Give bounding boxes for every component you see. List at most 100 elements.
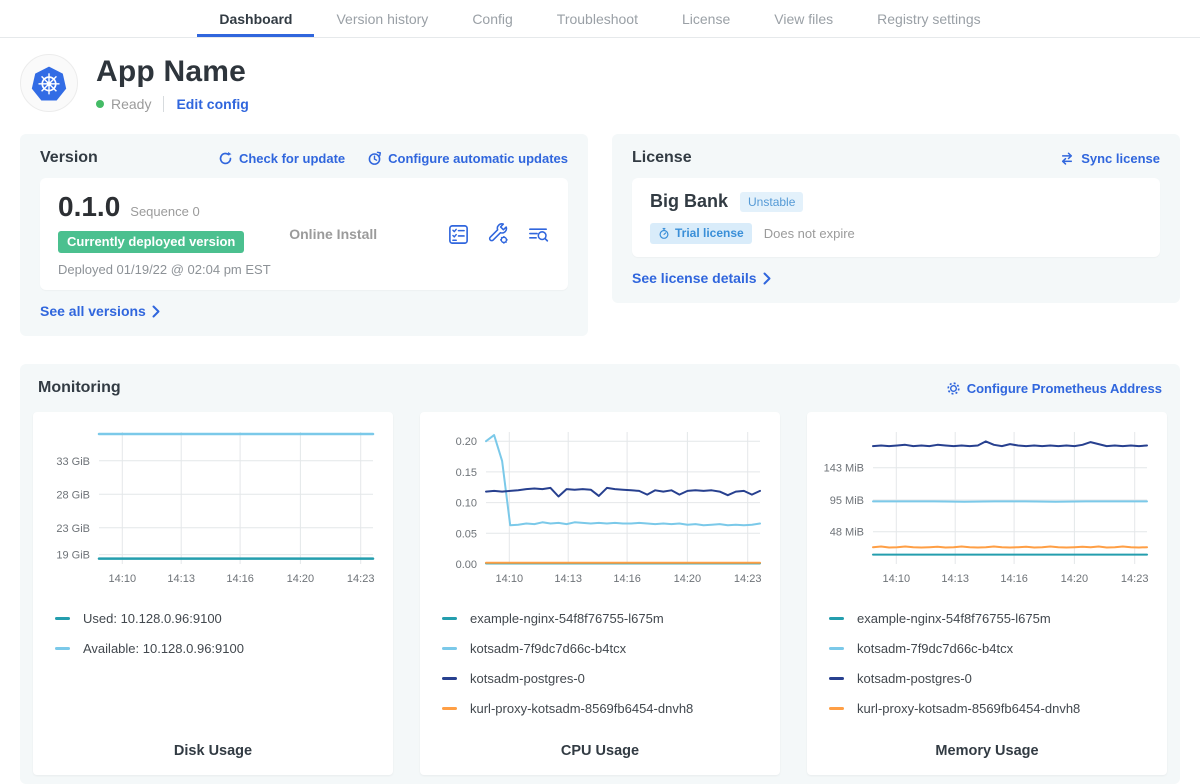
tab-troubleshoot[interactable]: Troubleshoot [535, 0, 660, 37]
checklist-icon [447, 223, 470, 246]
svg-text:0.00: 0.00 [456, 559, 477, 571]
legend-swatch [442, 647, 457, 650]
memory-usage-chart-card: 14:10 14:13 14:16 14:20 14:23 143 MiB 95 MiB 48… [807, 412, 1167, 775]
svg-text:48 MiB: 48 MiB [830, 527, 864, 539]
svg-text:0.05: 0.05 [456, 528, 477, 540]
legend-swatch [55, 617, 70, 620]
nav-tabs: DashboardVersion historyConfigTroublesho… [197, 0, 1002, 37]
svg-text:95 MiB: 95 MiB [830, 495, 864, 507]
memory-usage-legend: example-nginx-54f8f76755-l675m kotsadm-7f… [815, 596, 1159, 731]
gear-icon [946, 381, 961, 396]
legend-item: Available: 10.128.0.96:9100 [55, 641, 371, 656]
svg-text:14:10: 14:10 [883, 573, 911, 585]
install-type-label: Online Install [289, 226, 447, 242]
legend-item: kotsadm-postgres-0 [442, 671, 758, 686]
see-license-details-link[interactable]: See license details [632, 270, 771, 286]
logs-search-icon [527, 223, 550, 246]
status-dot [96, 100, 104, 108]
memory-usage-title: Memory Usage [815, 731, 1159, 759]
svg-text:14:16: 14:16 [1000, 573, 1028, 585]
cpu-usage-title: CPU Usage [428, 731, 772, 759]
view-logs-button[interactable] [527, 223, 550, 246]
svg-text:33 GiB: 33 GiB [56, 456, 90, 468]
legend-swatch [442, 707, 457, 710]
version-panel: Version Check for update Configure au [20, 134, 588, 336]
tab-registry-settings[interactable]: Registry settings [855, 0, 1002, 37]
configure-prometheus-link[interactable]: Configure Prometheus Address [946, 381, 1162, 396]
top-nav: DashboardVersion historyConfigTroublesho… [0, 0, 1200, 38]
wrench-gear-icon [487, 223, 510, 246]
edit-config-button[interactable] [487, 223, 510, 246]
disk-usage-legend: Used: 10.128.0.96:9100 Available: 10.128.… [41, 596, 385, 671]
legend-label: kotsadm-postgres-0 [470, 671, 585, 686]
license-panel: License Sync license Big Bank Unstable [612, 134, 1180, 303]
legend-label: kotsadm-postgres-0 [857, 671, 972, 686]
legend-swatch [442, 677, 457, 680]
stopwatch-icon [658, 227, 670, 240]
legend-label: example-nginx-54f8f76755-l675m [857, 611, 1051, 626]
tab-view-files[interactable]: View files [752, 0, 855, 37]
svg-text:14:23: 14:23 [1121, 573, 1149, 585]
disk-usage-chart-card: 14:1014:1314:1614:2014:2333 GiB28 GiB23 … [33, 412, 393, 775]
svg-text:0.15: 0.15 [456, 467, 477, 479]
svg-text:19 GiB: 19 GiB [56, 550, 90, 562]
legend-item: example-nginx-54f8f76755-l675m [442, 611, 758, 626]
legend-label: kotsadm-7f9dc7d66c-b4tcx [857, 641, 1013, 656]
channel-badge: Unstable [740, 192, 803, 212]
legend-label: Used: 10.128.0.96:9100 [83, 611, 222, 626]
sync-license-link[interactable]: Sync license [1059, 151, 1160, 166]
legend-swatch [442, 617, 457, 620]
legend-item: kotsadm-7f9dc7d66c-b4tcx [829, 641, 1145, 656]
app-header: App Name Ready Edit config [0, 38, 1200, 134]
legend-label: Available: 10.128.0.96:9100 [83, 641, 244, 656]
legend-swatch [55, 647, 70, 650]
tab-version-history[interactable]: Version history [314, 0, 450, 37]
legend-item: example-nginx-54f8f76755-l675m [829, 611, 1145, 626]
license-expiry: Does not expire [764, 226, 855, 241]
kubernetes-icon [28, 62, 70, 104]
tab-license[interactable]: License [660, 0, 752, 37]
trial-license-badge: Trial license [650, 223, 752, 244]
license-card: Big Bank Unstable Trial license Does not… [632, 178, 1160, 257]
deployed-badge: Currently deployed version [58, 231, 244, 253]
svg-text:14:16: 14:16 [613, 573, 641, 585]
preflight-checks-button[interactable] [447, 223, 470, 246]
refresh-icon [218, 151, 233, 166]
chevron-right-icon [152, 305, 160, 318]
legend-item: kotsadm-postgres-0 [829, 671, 1145, 686]
divider [163, 96, 164, 112]
legend-label: example-nginx-54f8f76755-l675m [470, 611, 664, 626]
cpu-usage-plot: 14:1014:1314:1614:2014:230.200.150.100.0… [428, 424, 772, 588]
edit-config-link[interactable]: Edit config [176, 96, 248, 112]
svg-text:14:20: 14:20 [287, 573, 315, 585]
chevron-right-icon [763, 272, 771, 285]
tab-dashboard[interactable]: Dashboard [197, 0, 314, 37]
svg-text:0.20: 0.20 [456, 436, 477, 448]
svg-text:14:20: 14:20 [674, 573, 702, 585]
legend-item: kurl-proxy-kotsadm-8569fb6454-dnvh8 [442, 701, 758, 716]
legend-item: kotsadm-7f9dc7d66c-b4tcx [442, 641, 758, 656]
sync-icon [1059, 151, 1075, 166]
memory-usage-plot: 14:10 14:13 14:16 14:20 14:23 143 MiB 95 MiB 48… [815, 424, 1159, 588]
current-version-card: 0.1.0 Sequence 0 Currently deployed vers… [40, 178, 568, 290]
configure-auto-updates-link[interactable]: Configure automatic updates [367, 151, 568, 166]
svg-text:14:16: 14:16 [226, 573, 254, 585]
monitoring-panel: Monitoring Configure Prometheus Address … [20, 364, 1180, 784]
see-all-versions-link[interactable]: See all versions [40, 303, 160, 319]
svg-text:143 MiB: 143 MiB [824, 463, 864, 475]
version-number: 0.1.0 [58, 191, 120, 223]
cpu-usage-chart-card: 14:1014:1314:1614:2014:230.200.150.100.0… [420, 412, 780, 775]
license-name: Big Bank [650, 191, 728, 212]
status-text: Ready [111, 96, 151, 112]
legend-item: kurl-proxy-kotsadm-8569fb6454-dnvh8 [829, 701, 1145, 716]
svg-text:14:20: 14:20 [1061, 573, 1089, 585]
version-panel-title: Version [40, 149, 98, 167]
charts-row: 14:1014:1314:1614:2014:2333 GiB28 GiB23 … [33, 412, 1167, 775]
check-for-update-link[interactable]: Check for update [218, 151, 345, 166]
svg-text:14:23: 14:23 [734, 573, 762, 585]
svg-text:14:13: 14:13 [554, 573, 582, 585]
svg-text:14:10: 14:10 [496, 573, 524, 585]
legend-label: kotsadm-7f9dc7d66c-b4tcx [470, 641, 626, 656]
tab-config[interactable]: Config [450, 0, 534, 37]
svg-text:14:13: 14:13 [941, 573, 969, 585]
